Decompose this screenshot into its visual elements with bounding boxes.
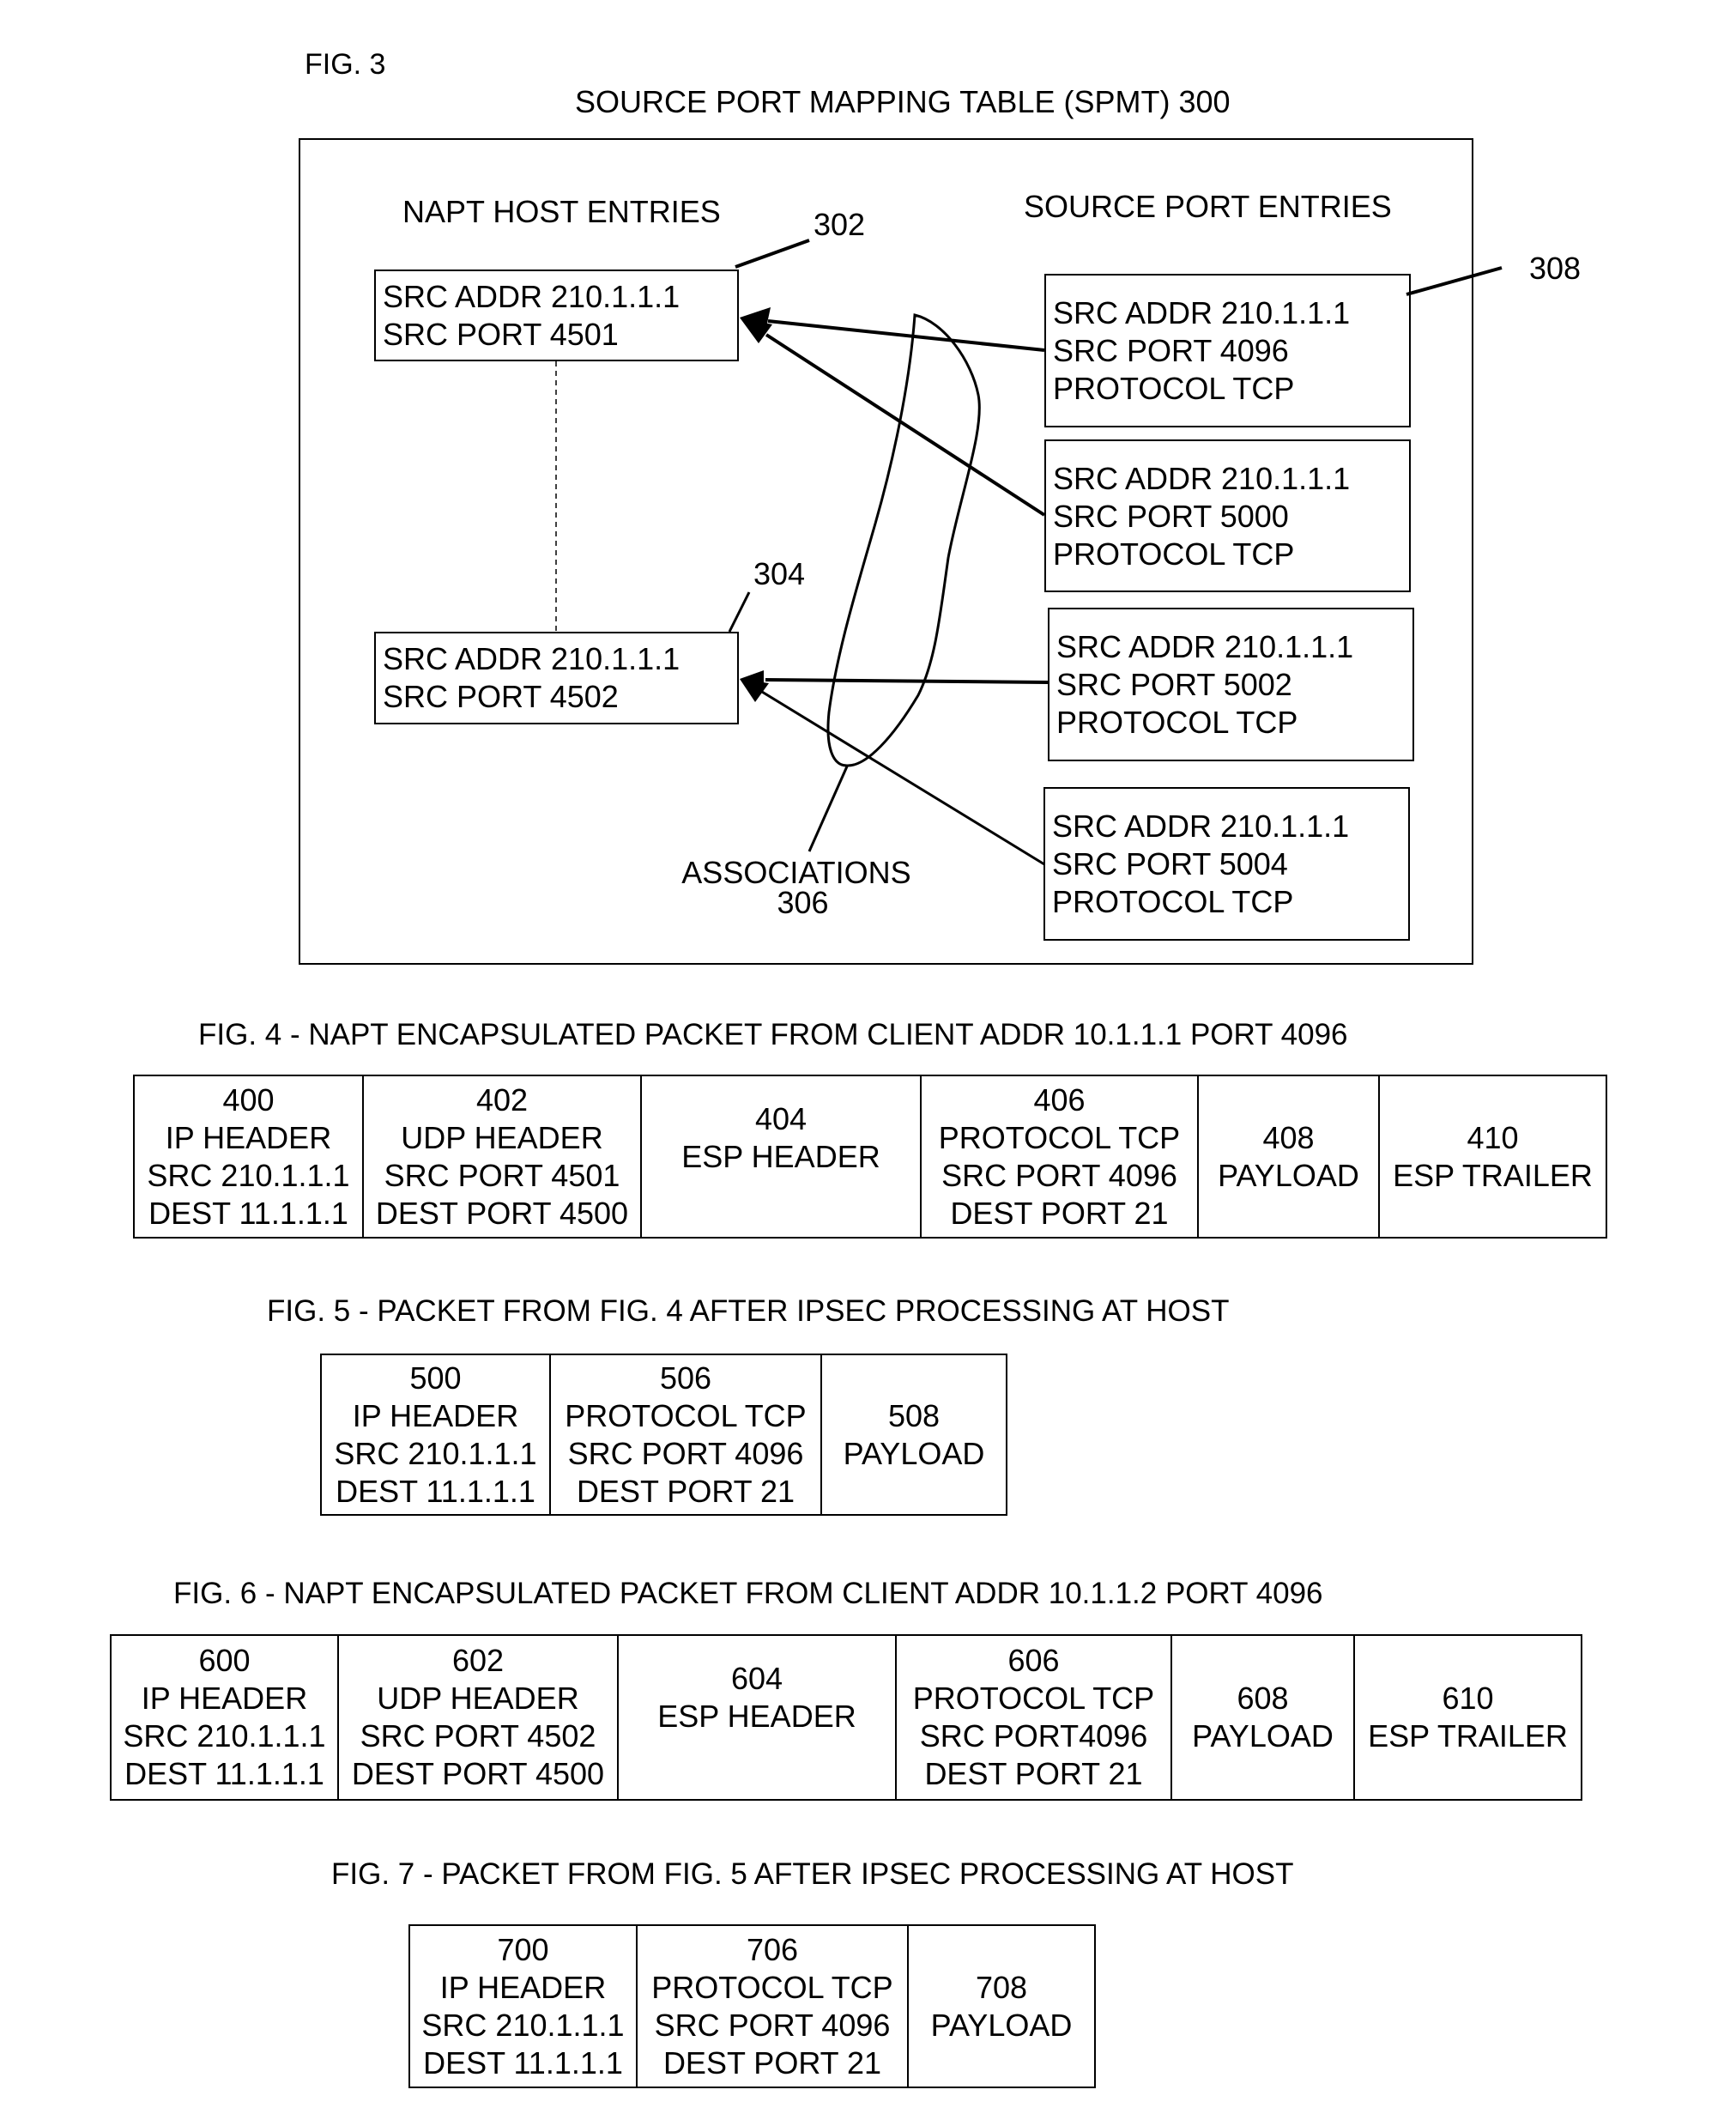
- cell-ref: 402: [475, 1081, 529, 1118]
- leader-308: [1406, 266, 1503, 296]
- arrow-4096-to-302: [740, 307, 1045, 352]
- cell-title: UDP HEADER: [377, 1681, 579, 1716]
- packet-cell-408: 408 PAYLOAD: [1199, 1076, 1380, 1237]
- cell-title: IP HEADER: [165, 1119, 332, 1155]
- fig7-caption: FIG. 7 - PACKET FROM FIG. 5 AFTER IPSEC …: [331, 1857, 1294, 1891]
- arrowhead-icon: [740, 679, 769, 702]
- packet-cell-600: 600 IP HEADER SRC 210.1.1.1 DEST 11.1.1.…: [112, 1636, 339, 1799]
- cell-ref: 408: [1262, 1119, 1315, 1155]
- cell-title: PAYLOAD: [930, 2007, 1073, 2043]
- cell-line: DEST 11.1.1.1: [148, 1195, 348, 1231]
- packet-cell-404: 404 ESP HEADER: [642, 1076, 922, 1237]
- cell-ref: 610: [1442, 1681, 1494, 1716]
- cell-ref: 708: [975, 1969, 1028, 2005]
- cell-title: ESP TRAILER: [1368, 1718, 1568, 1753]
- cell-line: DEST PORT 4500: [351, 1756, 605, 1791]
- cell-line: DEST PORT 21: [924, 1756, 1143, 1791]
- cell-line: DEST PORT 4500: [375, 1195, 629, 1231]
- cell-line: DEST PORT 21: [950, 1195, 1169, 1231]
- cell-line: SRC PORT 4096: [941, 1157, 1177, 1193]
- cell-title: PAYLOAD: [1218, 1157, 1359, 1193]
- cell-line: SRC 210.1.1.1: [123, 1718, 326, 1753]
- packet-cell-506: 506 PROTOCOL TCP SRC PORT 4096 DEST PORT…: [551, 1355, 822, 1514]
- cell-ref: 500: [409, 1360, 462, 1396]
- cell-ref: 608: [1237, 1681, 1289, 1716]
- cell-ref: 404: [754, 1101, 808, 1136]
- cell-title: PROTOCOL TCP: [938, 1119, 1181, 1155]
- cell-ref: 600: [198, 1643, 251, 1678]
- fig4-packet-table: 400 IP HEADER SRC 210.1.1.1 DEST 11.1.1.…: [133, 1075, 1607, 1239]
- fig5-caption: FIG. 5 - PACKET FROM FIG. 4 AFTER IPSEC …: [267, 1294, 1230, 1328]
- cell-ref: 706: [746, 1931, 799, 1967]
- fig5-packet-table: 500 IP HEADER SRC 210.1.1.1 DEST 11.1.1.…: [320, 1354, 1007, 1516]
- cell-title: PAYLOAD: [843, 1435, 985, 1471]
- fig6-packet-table: 600 IP HEADER SRC 210.1.1.1 DEST 11.1.1.…: [110, 1634, 1582, 1801]
- associations-loop: [826, 313, 981, 767]
- fig4-caption: FIG. 4 - NAPT ENCAPSULATED PACKET FROM C…: [198, 1018, 1348, 1051]
- cell-title: IP HEADER: [352, 1397, 519, 1433]
- cell-line: SRC PORT 4096: [654, 2007, 891, 2043]
- packet-cell-608: 608 PAYLOAD: [1172, 1636, 1355, 1799]
- cell-ref: 410: [1467, 1119, 1519, 1155]
- cell-ref: 406: [1033, 1081, 1086, 1118]
- cell-line: SRC 210.1.1.1: [421, 2007, 625, 2043]
- fig3-connectors: [555, 239, 1503, 866]
- cell-ref: 508: [887, 1397, 941, 1433]
- cell-line: SRC PORT4096: [919, 1718, 1148, 1753]
- cell-line: SRC PORT 4501: [384, 1157, 620, 1193]
- leader-302: [735, 239, 810, 269]
- cell-line: SRC PORT 4096: [567, 1435, 804, 1471]
- packet-cell-406: 406 PROTOCOL TCP SRC PORT 4096 DEST PORT…: [922, 1076, 1199, 1237]
- packet-cell-708: 708 PAYLOAD: [909, 1926, 1094, 2087]
- cell-line: DEST PORT 21: [662, 2044, 882, 2081]
- cell-title: UDP HEADER: [401, 1119, 603, 1155]
- cell-ref: 400: [222, 1081, 275, 1118]
- packet-cell-602: 602 UDP HEADER SRC PORT 4502 DEST PORT 4…: [339, 1636, 619, 1799]
- associations-leader: [808, 766, 849, 852]
- cell-title: ESP HEADER: [681, 1139, 880, 1174]
- packet-cell-402: 402 UDP HEADER SRC PORT 4501 DEST PORT 4…: [364, 1076, 642, 1237]
- cell-title: PROTOCOL TCP: [565, 1397, 807, 1433]
- fig7-packet-table: 700 IP HEADER SRC 210.1.1.1 DEST 11.1.1.…: [408, 1924, 1096, 2088]
- arrow-5000-to-302: [740, 318, 1046, 517]
- fig6-caption: FIG. 6 - NAPT ENCAPSULATED PACKET FROM C…: [173, 1577, 1323, 1610]
- packet-cell-610: 610 ESP TRAILER: [1355, 1636, 1581, 1799]
- cell-title: IP HEADER: [439, 1969, 607, 2005]
- cell-line: SRC 210.1.1.1: [334, 1435, 537, 1471]
- cell-title: PROTOCOL TCP: [651, 1969, 893, 2005]
- cell-line: DEST 11.1.1.1: [336, 1473, 535, 1509]
- cell-line: DEST 11.1.1.1: [423, 2044, 623, 2081]
- packet-cell-508: 508 PAYLOAD: [822, 1355, 1006, 1514]
- cell-title: ESP HEADER: [657, 1699, 856, 1734]
- packet-cell-606: 606 PROTOCOL TCP SRC PORT4096 DEST PORT …: [897, 1636, 1172, 1799]
- packet-cell-700: 700 IP HEADER SRC 210.1.1.1 DEST 11.1.1.…: [410, 1926, 638, 2087]
- cell-ref: 604: [730, 1661, 783, 1696]
- cell-title: PROTOCOL TCP: [912, 1681, 1155, 1716]
- packet-cell-500: 500 IP HEADER SRC 210.1.1.1 DEST 11.1.1.…: [322, 1355, 551, 1514]
- cell-title: PAYLOAD: [1192, 1718, 1334, 1753]
- cell-title: IP HEADER: [141, 1681, 308, 1716]
- cell-ref: 606: [1007, 1643, 1060, 1678]
- cell-line: DEST 11.1.1.1: [124, 1756, 324, 1791]
- cell-ref: 602: [451, 1643, 505, 1678]
- cell-line: SRC 210.1.1.1: [147, 1157, 350, 1193]
- packet-cell-400: 400 IP HEADER SRC 210.1.1.1 DEST 11.1.1.…: [135, 1076, 364, 1237]
- cell-ref: 506: [659, 1360, 712, 1396]
- leader-304: [728, 591, 751, 633]
- packet-cell-604: 604 ESP HEADER: [619, 1636, 897, 1799]
- cell-ref: 700: [497, 1931, 549, 1967]
- cell-line: DEST PORT 21: [576, 1473, 795, 1509]
- arrow-5002-to-304: [740, 670, 1049, 689]
- packet-cell-706: 706 PROTOCOL TCP SRC PORT 4096 DEST PORT…: [638, 1926, 909, 2087]
- arrow-5004-to-304: [740, 679, 1045, 866]
- cell-title: ESP TRAILER: [1393, 1157, 1593, 1193]
- cell-line: SRC PORT 4502: [360, 1718, 596, 1753]
- packet-cell-410: 410 ESP TRAILER: [1380, 1076, 1606, 1237]
